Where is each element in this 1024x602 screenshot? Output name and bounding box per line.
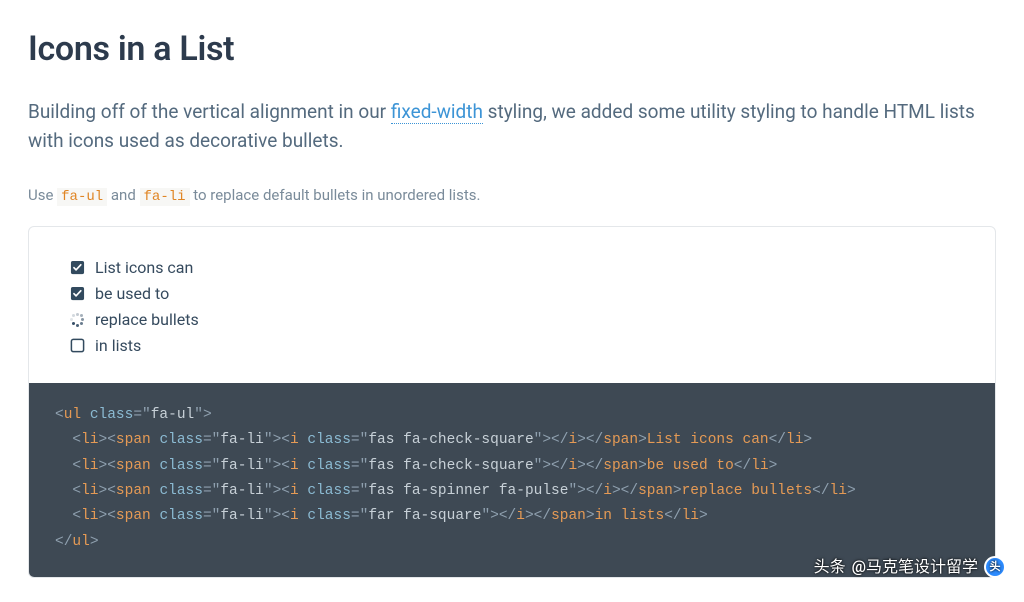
- check-square-icon: [69, 286, 85, 302]
- list-item: replace bullets: [69, 307, 955, 333]
- code-block: <ul class="fa-ul"> <li><span class="fa-l…: [29, 383, 995, 577]
- list-item: be used to: [69, 281, 955, 307]
- page-title: Icons in a List: [28, 24, 996, 75]
- check-square-icon: [69, 260, 85, 276]
- watermark-prefix: 头条: [814, 555, 846, 579]
- square-outline-icon: [69, 338, 85, 354]
- watermark-badge-icon: 头: [984, 556, 1006, 578]
- fixed-width-link[interactable]: fixed-width: [391, 100, 483, 124]
- list-item-label: be used to: [95, 282, 169, 306]
- usage-paragraph: Use fa-ul and fa-li to replace default b…: [28, 184, 996, 208]
- list-item-label: List icons can: [95, 256, 193, 280]
- usage-post: to replace default bullets in unordered …: [190, 186, 481, 204]
- watermark-handle: @马克笔设计留学: [852, 555, 978, 579]
- example-card: List icons can be used to replace bullet…: [28, 226, 996, 578]
- intro-paragraph: Building off of the vertical alignment i…: [28, 97, 996, 156]
- demo-area: List icons can be used to replace bullet…: [29, 227, 995, 383]
- code-fa-li: fa-li: [140, 188, 190, 206]
- usage-mid: and: [107, 186, 139, 204]
- spinner-icon: [69, 312, 85, 328]
- watermark: 头条 @马克笔设计留学 头: [814, 555, 1006, 579]
- intro-pre: Building off of the vertical alignment i…: [28, 100, 391, 123]
- demo-list: List icons can be used to replace bullet…: [69, 255, 955, 359]
- list-item-label: replace bullets: [95, 308, 199, 332]
- list-item: in lists: [69, 333, 955, 359]
- usage-pre: Use: [28, 186, 57, 204]
- list-item-label: in lists: [95, 334, 141, 358]
- list-item: List icons can: [69, 255, 955, 281]
- code-fa-ul: fa-ul: [57, 188, 107, 206]
